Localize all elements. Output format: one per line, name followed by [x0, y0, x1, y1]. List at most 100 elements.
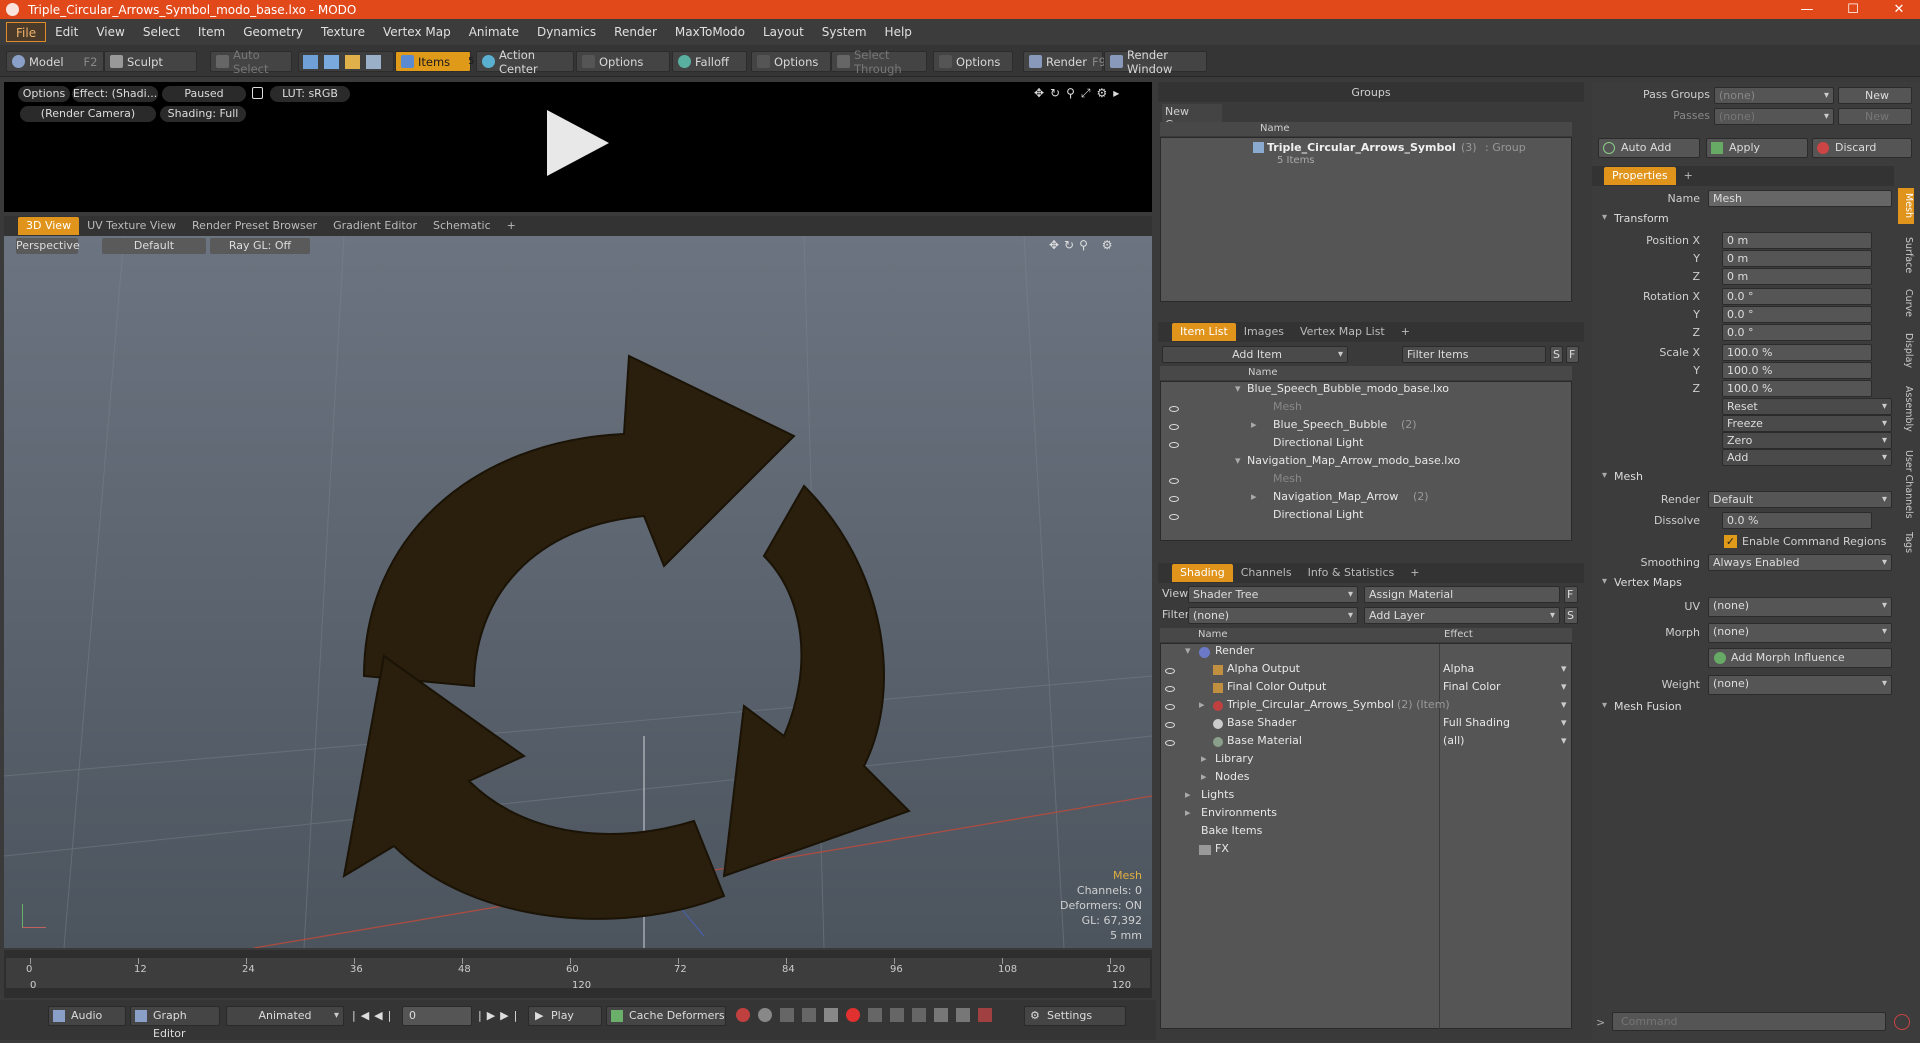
transport-prev-icons[interactable]: |◀◀|: [352, 1009, 396, 1022]
menu-help[interactable]: Help: [876, 22, 921, 42]
discard-button[interactable]: Discard: [1812, 138, 1912, 158]
add-item-dropdown[interactable]: Add Item: [1162, 346, 1348, 363]
clear-key-icon[interactable]: [978, 1008, 992, 1022]
auto-select-button[interactable]: Auto Select: [210, 48, 292, 76]
list-item[interactable]: ▸ Blue_Speech_Bubble (2): [1161, 418, 1571, 436]
eye-icon[interactable]: [1169, 478, 1179, 484]
eye-icon[interactable]: [1165, 740, 1175, 746]
preview-lut-button[interactable]: LUT: sRGB: [270, 86, 350, 102]
filter-items-input[interactable]: Filter Items: [1402, 346, 1546, 363]
side-tab-curve[interactable]: Curve: [1898, 284, 1914, 322]
rotation-y-input[interactable]: 0.0 °: [1722, 306, 1872, 323]
command-history-icon[interactable]: [1894, 1014, 1910, 1030]
position-z-input[interactable]: 0 m: [1722, 268, 1872, 285]
audio-key-icon[interactable]: [934, 1008, 948, 1022]
preview-nav-icons[interactable]: ✥↻⚲⤢⚙▸: [1034, 86, 1125, 101]
preview-shading-button[interactable]: Shading: Full: [160, 106, 246, 122]
eye-icon[interactable]: [1169, 406, 1179, 412]
eye-icon[interactable]: [1165, 686, 1175, 692]
mesh-fusion-section[interactable]: Mesh Fusion: [1600, 700, 1895, 716]
materials-mode-icon[interactable]: [366, 54, 381, 69]
transform-section[interactable]: Transform: [1600, 212, 1895, 228]
tab-info-statistics[interactable]: Info & Statistics: [1300, 564, 1403, 582]
menu-file[interactable]: File: [6, 22, 47, 42]
menu-item[interactable]: Item: [189, 22, 234, 42]
add-tab-icon[interactable]: +: [1676, 167, 1701, 185]
viewport-nav-icons[interactable]: ✥↻⚲ ⚙: [1049, 238, 1117, 252]
passes-dropdown[interactable]: (none): [1714, 108, 1834, 125]
options-button-1[interactable]: Options: [576, 51, 670, 72]
menu-render[interactable]: Render: [605, 22, 666, 42]
shader-row-lights[interactable]: ▸ Lights: [1161, 788, 1571, 806]
render-window-button[interactable]: Render Window: [1104, 48, 1207, 76]
model-button[interactable]: Model F2: [6, 51, 104, 72]
shader-row-bake-items[interactable]: Bake Items: [1161, 824, 1571, 842]
render-button[interactable]: Render F9: [1023, 51, 1106, 72]
key-prev-icon[interactable]: [780, 1008, 794, 1022]
menu-texture[interactable]: Texture: [312, 22, 374, 42]
position-y-input[interactable]: 0 m: [1722, 250, 1872, 267]
preview-options-button[interactable]: Options: [18, 86, 70, 102]
shader-row-alpha-output[interactable]: Alpha Output Alpha ▾: [1161, 662, 1571, 680]
vertex-maps-section[interactable]: Vertex Maps: [1600, 576, 1895, 592]
menu-edit[interactable]: Edit: [46, 22, 87, 42]
key-icon[interactable]: [824, 1008, 838, 1022]
perspective-button[interactable]: Perspective: [16, 238, 80, 254]
shader-row-fx[interactable]: FX: [1161, 842, 1571, 860]
eye-icon[interactable]: [1169, 442, 1179, 448]
eye-icon[interactable]: [1165, 722, 1175, 728]
sculpt-button[interactable]: Sculpt: [104, 51, 197, 72]
add-layer-dropdown[interactable]: Add Layer: [1364, 607, 1560, 624]
menu-geometry[interactable]: Geometry: [234, 22, 312, 42]
add-tab-icon[interactable]: +: [1393, 323, 1418, 341]
rotation-x-input[interactable]: 0.0 °: [1722, 288, 1872, 305]
add-tab-icon[interactable]: +: [1402, 564, 1427, 582]
tab-shading[interactable]: Shading: [1172, 564, 1233, 582]
shader-row-nodes[interactable]: ▸ Nodes: [1161, 770, 1571, 788]
weight-dropdown[interactable]: (none): [1708, 675, 1892, 695]
shader-row-final-color[interactable]: Final Color Output Final Color ▾: [1161, 680, 1571, 698]
side-tab-assembly[interactable]: Assembly: [1898, 380, 1914, 438]
options-button-3[interactable]: Options: [933, 51, 1013, 72]
filter-s-button[interactable]: S: [1550, 346, 1563, 363]
filter-f-button[interactable]: F: [1566, 346, 1579, 363]
new-pass-group-button[interactable]: New: [1838, 87, 1912, 104]
key-next-icon[interactable]: [802, 1008, 816, 1022]
minimize-icon[interactable]: —: [1784, 0, 1830, 19]
scale-y-input[interactable]: 100.0 %: [1722, 362, 1872, 379]
shader-row-base-material[interactable]: Base Material (all) ▾: [1161, 734, 1571, 752]
shader-row-material-group[interactable]: ▸ Triple_Circular_Arrows_Symbol (2) (Item)…: [1161, 698, 1571, 716]
filter-dropdown[interactable]: (none): [1188, 607, 1358, 624]
enable-command-regions-checkbox[interactable]: ✓: [1724, 535, 1737, 548]
frame-input[interactable]: 0: [402, 1006, 472, 1026]
render-dropdown[interactable]: Default: [1708, 491, 1892, 508]
add-morph-influence-button[interactable]: Add Morph Influence: [1708, 648, 1892, 668]
view-dropdown[interactable]: Shader Tree: [1188, 586, 1358, 603]
tab-properties[interactable]: Properties: [1604, 167, 1676, 185]
rotation-z-input[interactable]: 0.0 °: [1722, 324, 1872, 341]
preview-paused-button[interactable]: Paused: [162, 86, 246, 102]
auto-add-button[interactable]: Auto Add: [1598, 138, 1700, 158]
shader-row-library[interactable]: ▸ Library: [1161, 752, 1571, 770]
tab-3d-view[interactable]: 3D View: [18, 217, 80, 235]
reset-dropdown[interactable]: Reset: [1722, 398, 1892, 415]
command-input[interactable]: [1612, 1012, 1886, 1031]
smoothing-dropdown[interactable]: Always Enabled: [1708, 554, 1892, 571]
new-pass-button[interactable]: New: [1838, 108, 1912, 125]
add-transform-dropdown[interactable]: Add: [1722, 449, 1892, 466]
menu-view[interactable]: View: [87, 22, 133, 42]
morph-dropdown[interactable]: (none): [1708, 623, 1892, 643]
tab-render-preset-browser[interactable]: Render Preset Browser: [184, 217, 325, 235]
action-center-button[interactable]: Action Center: [476, 48, 574, 76]
lock-icon[interactable]: [252, 87, 263, 99]
play-icon[interactable]: [543, 108, 613, 178]
key-first-icon[interactable]: [890, 1008, 904, 1022]
side-tab-display[interactable]: Display: [1898, 328, 1914, 374]
viewport-3d[interactable]: Perspective Default Ray GL: Off ✥↻⚲ ⚙ Me…: [4, 236, 1152, 948]
tab-item-list[interactable]: Item List: [1172, 323, 1236, 341]
cache-deformers-button[interactable]: Cache Deformers: [606, 1006, 726, 1026]
polygons-mode-icon[interactable]: [345, 54, 360, 69]
menu-vertex-map[interactable]: Vertex Map: [374, 22, 460, 42]
eye-icon[interactable]: [1165, 668, 1175, 674]
shader-row-base-shader[interactable]: Base Shader Full Shading ▾: [1161, 716, 1571, 734]
